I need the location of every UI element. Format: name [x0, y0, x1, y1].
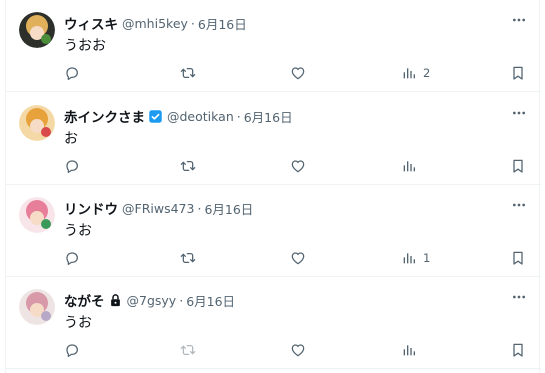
like-button[interactable]: [290, 339, 306, 361]
bookmark-icon: [513, 66, 523, 80]
heart-icon: [291, 160, 305, 173]
retweet-button[interactable]: [180, 62, 196, 84]
bookmark-button[interactable]: [510, 155, 526, 177]
views-button[interactable]: [401, 155, 423, 177]
tweet-3[interactable]: リンドウ @FRiws473 · 6月16日 うお 1: [6, 185, 541, 277]
retweet-icon: [180, 253, 196, 263]
bookmark-button[interactable]: [510, 339, 526, 361]
tweet-actions: [62, 339, 526, 361]
timeline-feed: ウィスキ @mhi5key · 6月16日 うおお 2 赤インクさま @deot…: [5, 0, 541, 373]
user-handle[interactable]: @7gsyy: [127, 293, 177, 308]
reply-button[interactable]: [64, 247, 80, 269]
reply-button[interactable]: [64, 62, 80, 84]
avatar[interactable]: [19, 197, 55, 233]
heart-icon: [291, 67, 305, 80]
like-button[interactable]: [290, 155, 306, 177]
user-handle[interactable]: @FRiws473: [122, 201, 194, 216]
tweet-actions: [62, 155, 526, 177]
reply-icon: [66, 344, 78, 358]
avatar[interactable]: [19, 105, 55, 141]
retweet-icon: [180, 68, 196, 78]
bookmark-icon: [513, 251, 523, 265]
views-button[interactable]: 2: [401, 62, 430, 84]
display-name[interactable]: リンドウ: [64, 198, 118, 218]
bookmark-icon: [513, 343, 523, 357]
display-name[interactable]: ウィスキ: [64, 13, 118, 33]
tweet-2[interactable]: 赤インクさま @deotikan · 6月16日 お: [6, 93, 541, 185]
tweet-header: ながそ @7gsyy · 6月16日: [64, 290, 235, 311]
retweet-button[interactable]: [180, 247, 196, 269]
more-horizontal-icon[interactable]: [509, 289, 529, 305]
more-horizontal-icon[interactable]: [509, 105, 529, 121]
views-count: 1: [423, 251, 431, 265]
tweet-header: ウィスキ @mhi5key · 6月16日: [64, 13, 247, 34]
analytics-icon: [403, 253, 415, 264]
separator-dot: ·: [190, 15, 195, 31]
tweet-text: うお: [64, 315, 92, 331]
reply-icon: [66, 160, 78, 174]
user-handle[interactable]: @mhi5key: [122, 16, 188, 31]
analytics-icon: [403, 345, 415, 356]
tweet-date[interactable]: 6月16日: [198, 14, 247, 33]
display-name[interactable]: 赤インクさま: [64, 106, 145, 126]
reply-button[interactable]: [64, 339, 80, 361]
retweet-icon: [180, 345, 196, 355]
tweet-date[interactable]: 6月16日: [204, 199, 253, 218]
display-name[interactable]: ながそ: [64, 290, 105, 310]
views-button[interactable]: 1: [401, 247, 430, 269]
reply-icon: [66, 67, 78, 81]
avatar[interactable]: [19, 12, 55, 48]
retweet-button[interactable]: [180, 339, 196, 361]
more-horizontal-icon[interactable]: [509, 197, 529, 213]
separator-dot: ·: [236, 108, 241, 124]
heart-icon: [291, 344, 305, 357]
retweet-button[interactable]: [180, 155, 196, 177]
reply-button[interactable]: [64, 155, 80, 177]
tweet-text: お: [64, 131, 78, 147]
tweet-header: リンドウ @FRiws473 · 6月16日: [64, 198, 253, 219]
views-button[interactable]: [401, 339, 423, 361]
tweet-actions: 2: [62, 62, 526, 84]
bookmark-button[interactable]: [510, 62, 526, 84]
tweet-1[interactable]: ウィスキ @mhi5key · 6月16日 うおお 2: [6, 0, 541, 92]
retweet-icon: [180, 161, 196, 171]
reply-icon: [66, 252, 78, 266]
avatar[interactable]: [19, 289, 55, 325]
analytics-icon: [403, 68, 415, 79]
bookmark-icon: [513, 159, 523, 173]
more-horizontal-icon[interactable]: [509, 12, 529, 28]
tweet-header: 赤インクさま @deotikan · 6月16日: [64, 106, 293, 127]
tweet-text: うお: [64, 223, 92, 239]
tweet-actions: 1: [62, 247, 526, 269]
tweet-4[interactable]: ながそ @7gsyy · 6月16日 うお: [6, 277, 541, 369]
separator-dot: ·: [197, 200, 202, 216]
like-button[interactable]: [290, 62, 306, 84]
bookmark-button[interactable]: [510, 247, 526, 269]
heart-icon: [291, 252, 305, 265]
like-button[interactable]: [290, 247, 306, 269]
verified-badge-icon: [148, 109, 163, 124]
separator-dot: ·: [179, 292, 184, 308]
user-handle[interactable]: @deotikan: [167, 109, 234, 124]
tweet-date[interactable]: 6月16日: [244, 107, 293, 126]
views-count: 2: [423, 66, 431, 80]
tweet-text: うおお: [64, 38, 106, 54]
lock-icon: [108, 293, 123, 308]
tweet-date[interactable]: 6月16日: [186, 291, 235, 310]
analytics-icon: [403, 161, 415, 172]
